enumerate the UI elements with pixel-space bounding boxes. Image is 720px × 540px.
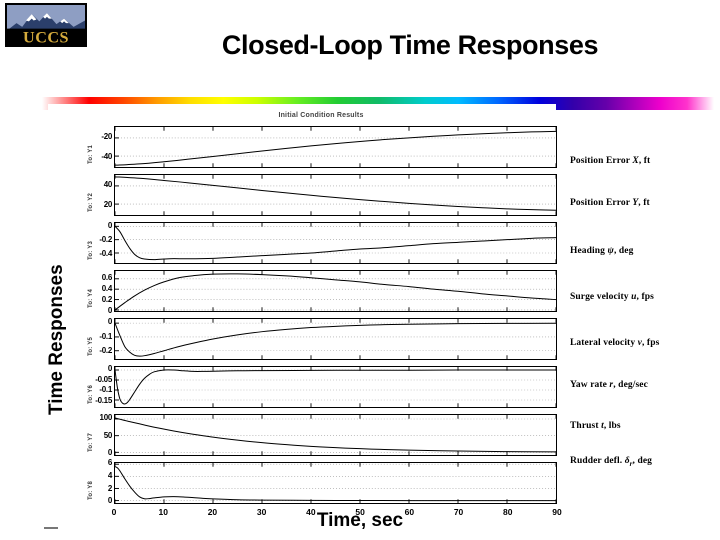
subplot-canvas (115, 271, 556, 311)
subplot-canvas (115, 319, 556, 359)
subplot-canvas (115, 127, 556, 167)
y-tick-label: 0.4 (101, 284, 113, 294)
y-tick-label: 0 (107, 305, 112, 315)
annotation-3: Heading ψ, deg (570, 246, 634, 256)
figure-container: Initial Condition Results To: Y1 -20 -40 To… (86, 108, 576, 517)
data-line (115, 370, 556, 404)
annotation-2: Position Error Y, ft (570, 198, 650, 208)
annotation-6: Yaw rate r, deg/sec (570, 380, 648, 390)
y-tick-label: 2 (107, 483, 112, 493)
page-title: Closed-Loop Time Responses (221, 30, 599, 60)
y-tick-label: 40 (103, 180, 113, 190)
y-tick-label: -0.15 (95, 395, 112, 405)
subplot-canvas (115, 223, 556, 263)
y-tick-label: -40 (101, 151, 112, 161)
uccs-logo-graphic: UCCS (7, 5, 85, 45)
y-tick-label: 0 (107, 448, 112, 458)
x-tick-label: 10 (158, 507, 168, 517)
y-tick-label: 100 (99, 413, 113, 423)
y-tick-label: 0 (107, 220, 112, 230)
figure-title: Initial Condition Results (278, 112, 364, 119)
subplot-5 (114, 318, 557, 360)
footer-rule (44, 527, 58, 529)
y-tick-label: 20 (103, 199, 113, 209)
annotation-4: Surge velocity u, fps (570, 292, 654, 302)
subplot-canvas (115, 463, 556, 503)
subplot-7 (114, 414, 557, 456)
svg-text:UCCS: UCCS (23, 30, 69, 45)
subplot-2 (114, 174, 557, 216)
y-tick-label: 0.6 (101, 273, 113, 283)
y-tick-label: 6 (107, 458, 112, 468)
subplot-1 (114, 126, 557, 168)
y-axis-title: Time Responses (46, 264, 67, 415)
subplot-3 (114, 222, 557, 264)
annotation-1: Position Error X, ft (570, 156, 651, 166)
y-tick-label: -20 (101, 132, 112, 142)
annotation-5: Lateral velocity v, fps (570, 338, 660, 348)
subplot-6 (114, 366, 557, 408)
y-tick-label: 4 (107, 471, 112, 480)
data-line (115, 177, 556, 210)
y-tick-label: -0.05 (95, 374, 112, 384)
y-tick-label: -0.1 (99, 331, 112, 341)
y-tick-label: 0 (107, 364, 112, 374)
uccs-logo: UCCS (5, 3, 87, 47)
y-tick-label: 0.2 (101, 295, 113, 304)
data-line (115, 131, 556, 165)
y-tick-label: 50 (103, 430, 113, 440)
subplot-canvas (115, 175, 556, 215)
y-tick-label: -0.2 (99, 346, 112, 356)
x-tick-label: 90 (552, 507, 562, 517)
annotation-8: Rudder defl. δr, deg (570, 456, 652, 468)
subplot-4 (114, 270, 557, 312)
y-tick-label: 0 (107, 496, 112, 506)
data-line (115, 418, 556, 452)
x-tick-label: 0 (111, 507, 117, 517)
data-line (115, 323, 556, 356)
x-axis-title: Time, sec (316, 510, 404, 531)
data-line (115, 274, 556, 310)
y-tick-label: 0 (107, 317, 112, 327)
y-tick-label: -0.1 (99, 385, 112, 395)
subplot-8 (114, 462, 557, 504)
y-tick-label: -0.2 (99, 234, 112, 244)
data-line (115, 226, 556, 259)
y-tick-label: -0.4 (99, 248, 112, 258)
data-line (115, 467, 556, 501)
subplot-canvas (115, 415, 556, 455)
subplot-canvas (115, 367, 556, 407)
annotation-7: Thrust t, lbs (570, 421, 621, 431)
